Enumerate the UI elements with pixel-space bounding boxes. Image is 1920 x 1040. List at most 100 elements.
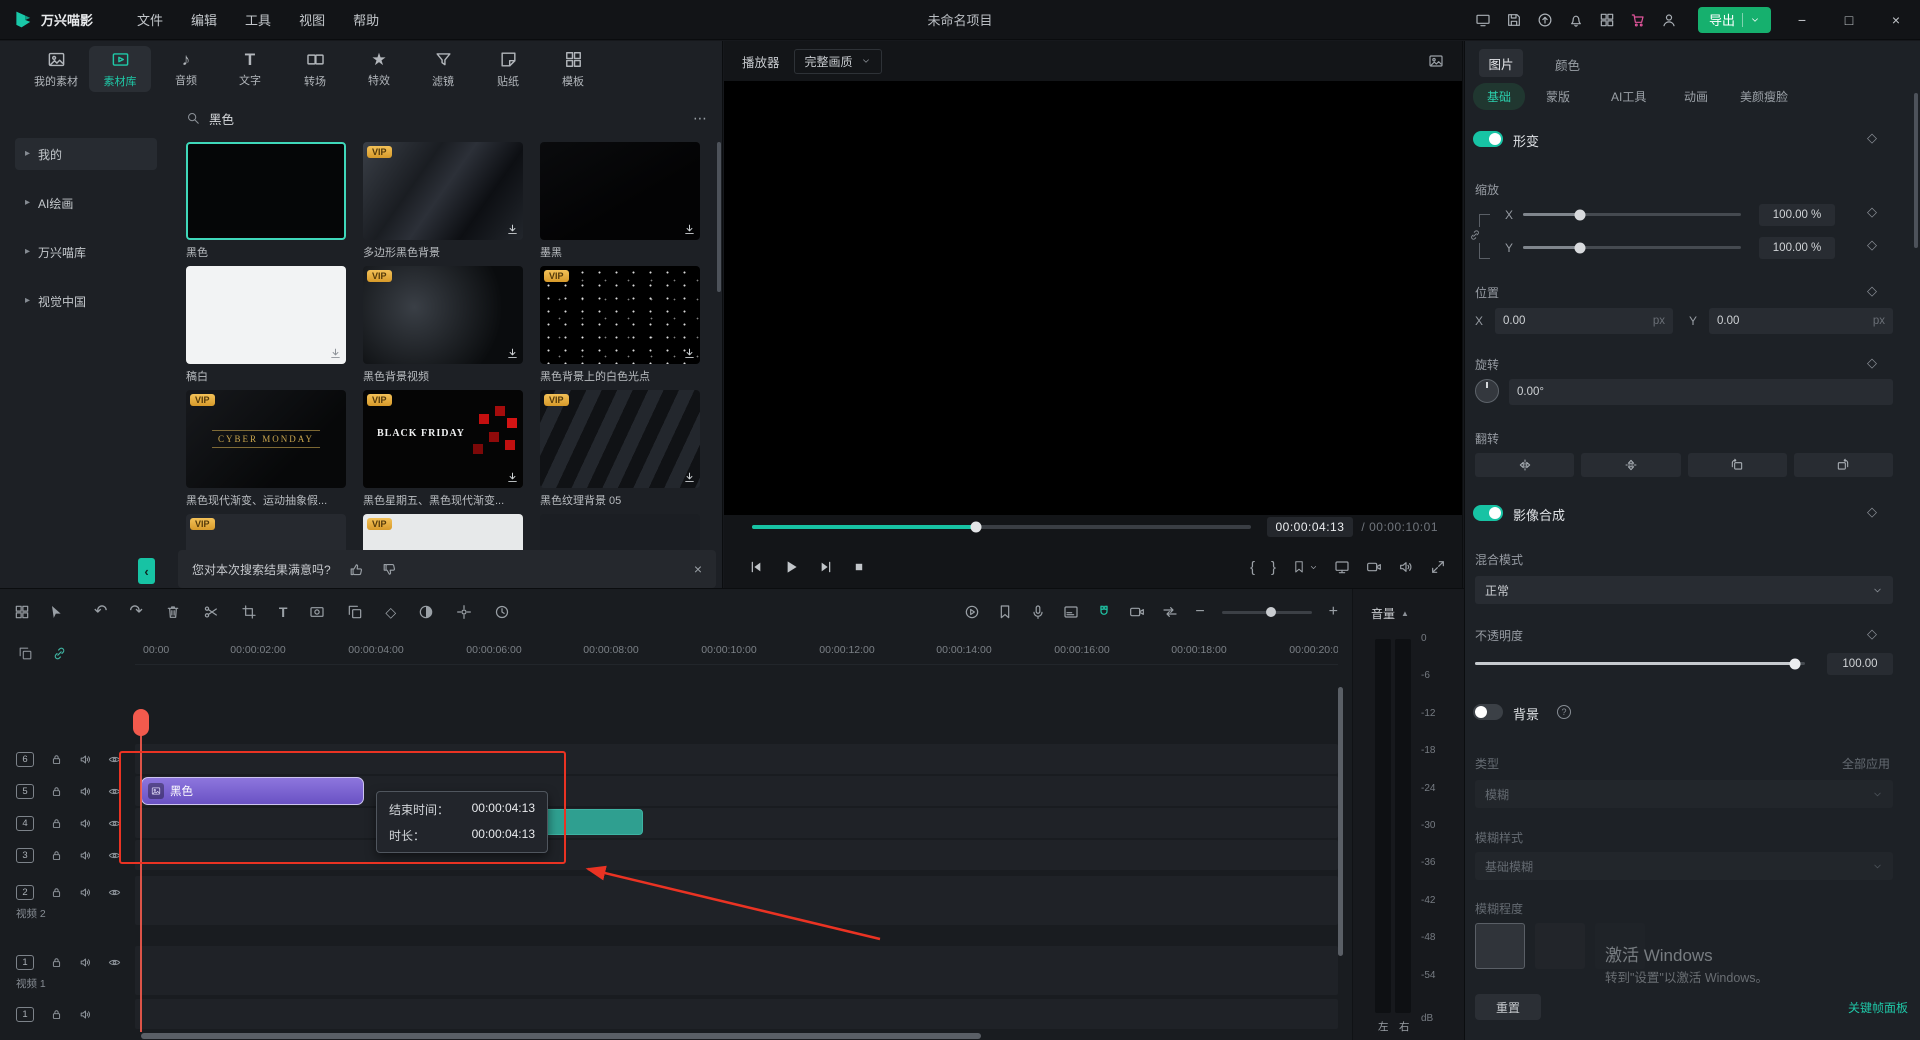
split-scissors-icon[interactable] xyxy=(203,604,219,620)
select-cursor-icon[interactable] xyxy=(48,604,64,620)
eye-icon[interactable] xyxy=(108,956,121,969)
delete-icon[interactable] xyxy=(165,604,181,620)
scale-y-slider[interactable] xyxy=(1523,246,1741,249)
slider-handle[interactable] xyxy=(1790,658,1801,669)
apps-grid-icon[interactable] xyxy=(1599,12,1615,28)
rotate-ccw-button[interactable] xyxy=(1688,453,1787,477)
motion-track-icon[interactable] xyxy=(456,604,472,620)
more-options-icon[interactable]: ⋯ xyxy=(693,111,708,125)
copy-track-icon[interactable] xyxy=(18,646,33,661)
undo-icon[interactable]: ↶ xyxy=(94,604,107,620)
timeline-clip-black[interactable]: 黑色 xyxy=(141,777,364,805)
tab-templates[interactable]: 模板 xyxy=(542,46,604,92)
compositing-toggle[interactable] xyxy=(1473,505,1503,521)
tab-color[interactable]: 颜色 xyxy=(1555,55,1580,74)
timeline-horizontal-scrollbar[interactable] xyxy=(141,1033,981,1039)
keyframe-icon[interactable]: ◇ xyxy=(385,605,396,619)
rotate-input[interactable]: 0.00° xyxy=(1509,379,1893,405)
workspace-layout-icon[interactable] xyxy=(1475,12,1491,28)
speaker-icon[interactable] xyxy=(79,817,92,830)
next-frame-icon[interactable] xyxy=(818,559,834,575)
media-item[interactable]: 稿白 xyxy=(186,266,346,382)
tab-effects[interactable]: ★ 特效 xyxy=(348,46,410,92)
sidebar-collapse-button[interactable]: ‹ xyxy=(138,558,155,584)
position-keyframe-icon[interactable]: ◇ xyxy=(1867,284,1877,297)
window-maximize-button[interactable]: □ xyxy=(1833,13,1865,27)
eye-icon[interactable] xyxy=(108,753,121,766)
seek-bar[interactable] xyxy=(752,525,1251,529)
download-icon[interactable] xyxy=(683,347,696,360)
lock-icon[interactable] xyxy=(50,785,63,798)
eye-icon[interactable] xyxy=(108,785,121,798)
tab-stickers[interactable]: 贴纸 xyxy=(477,46,539,92)
media-item[interactable]: 墨黑 xyxy=(540,142,700,258)
sidebar-item-vcg[interactable]: ▸ 视觉中国 xyxy=(15,285,157,317)
notifications-bell-icon[interactable] xyxy=(1568,12,1584,28)
menu-edit[interactable]: 编辑 xyxy=(191,10,217,29)
tab-my-media[interactable]: 我的素材 xyxy=(25,46,87,92)
media-item[interactable]: VIP 多边形黑色背景 xyxy=(363,142,523,258)
marker-dropdown[interactable] xyxy=(1292,560,1318,574)
store-cart-icon[interactable] xyxy=(1630,12,1646,28)
properties-scrollbar[interactable] xyxy=(1914,93,1918,248)
transform-toggle[interactable] xyxy=(1473,131,1503,147)
track-lane[interactable] xyxy=(135,999,1338,1029)
fullscreen-expand-icon[interactable] xyxy=(1430,559,1446,575)
lock-icon[interactable] xyxy=(50,956,63,969)
opacity-value[interactable]: 100.00 xyxy=(1827,653,1893,675)
media-item[interactable]: 黑色 xyxy=(186,142,346,258)
lock-icon[interactable] xyxy=(50,753,63,766)
lock-icon[interactable] xyxy=(50,886,63,899)
export-button[interactable]: 导出 xyxy=(1698,7,1771,33)
blend-mode-dropdown[interactable]: 正常 xyxy=(1475,576,1893,604)
menu-view[interactable]: 视图 xyxy=(299,10,325,29)
transform-keyframe-icon[interactable]: ◇ xyxy=(1867,131,1877,144)
subtab-basic[interactable]: 基础 xyxy=(1473,83,1525,110)
sidebar-item-stock[interactable]: ▸ 万兴喵库 xyxy=(15,236,157,268)
window-minimize-button[interactable]: − xyxy=(1786,13,1818,27)
media-item[interactable]: VIP CYBER MONDAY 黑色现代渐变、运动抽象假... xyxy=(186,390,346,506)
scale-x-slider[interactable] xyxy=(1523,213,1741,216)
bg-type-dropdown[interactable]: 模糊 xyxy=(1475,780,1893,808)
color-correction-icon[interactable] xyxy=(418,604,434,620)
media-item[interactable]: VIP 黑色纹理背景 05 xyxy=(540,390,700,506)
add-text-icon[interactable]: T xyxy=(279,605,288,619)
opacity-keyframe-icon[interactable]: ◇ xyxy=(1867,627,1877,640)
window-close-button[interactable]: × xyxy=(1880,13,1912,27)
rotate-knob[interactable] xyxy=(1475,379,1499,403)
compositing-keyframe-icon[interactable]: ◇ xyxy=(1867,505,1877,518)
download-icon[interactable] xyxy=(506,347,519,360)
mark-out-icon[interactable]: } xyxy=(1271,560,1276,575)
search-input[interactable] xyxy=(209,111,684,125)
opacity-slider[interactable] xyxy=(1475,662,1805,665)
pos-y-input[interactable]: 0.00 px xyxy=(1709,308,1893,334)
track-lane[interactable] xyxy=(135,946,1338,995)
tab-text[interactable]: T 文字 xyxy=(219,46,281,92)
preview-camera-icon[interactable] xyxy=(1129,604,1145,620)
snapshot-camera-icon[interactable] xyxy=(1366,559,1382,575)
subtitle-icon[interactable] xyxy=(1063,604,1079,620)
sidebar-item-mine[interactable]: ▸ 我的 xyxy=(15,138,157,170)
speaker-icon[interactable] xyxy=(79,785,92,798)
speaker-icon[interactable] xyxy=(79,849,92,862)
render-preview-icon[interactable] xyxy=(964,604,980,620)
menu-file[interactable]: 文件 xyxy=(137,10,163,29)
speed-timer-icon[interactable] xyxy=(494,604,510,620)
mark-in-icon[interactable]: { xyxy=(1250,560,1255,575)
auto-ripple-icon[interactable] xyxy=(1162,604,1178,620)
track-manager-icon[interactable] xyxy=(14,604,30,620)
pos-x-input[interactable]: 0.00 px xyxy=(1495,308,1673,334)
download-icon[interactable] xyxy=(683,223,696,236)
media-item[interactable]: VIP BLACK FRIDAY 黑色星期五、黑色现代渐变... xyxy=(363,390,523,506)
tab-image[interactable]: 图片 xyxy=(1479,49,1523,77)
keyframe-panel-link[interactable]: 关键帧面板 xyxy=(1848,999,1908,1016)
eye-icon[interactable] xyxy=(108,886,121,899)
tab-stock-library[interactable]: 素材库 xyxy=(89,46,151,92)
thumbs-up-icon[interactable] xyxy=(349,562,364,577)
track-lane[interactable] xyxy=(135,744,1338,774)
link-clips-icon[interactable] xyxy=(52,646,67,661)
mask-icon[interactable] xyxy=(309,604,325,620)
download-icon[interactable] xyxy=(683,471,696,484)
redo-icon[interactable]: ↷ xyxy=(129,604,142,620)
tab-audio[interactable]: ♪ 音频 xyxy=(155,46,217,92)
